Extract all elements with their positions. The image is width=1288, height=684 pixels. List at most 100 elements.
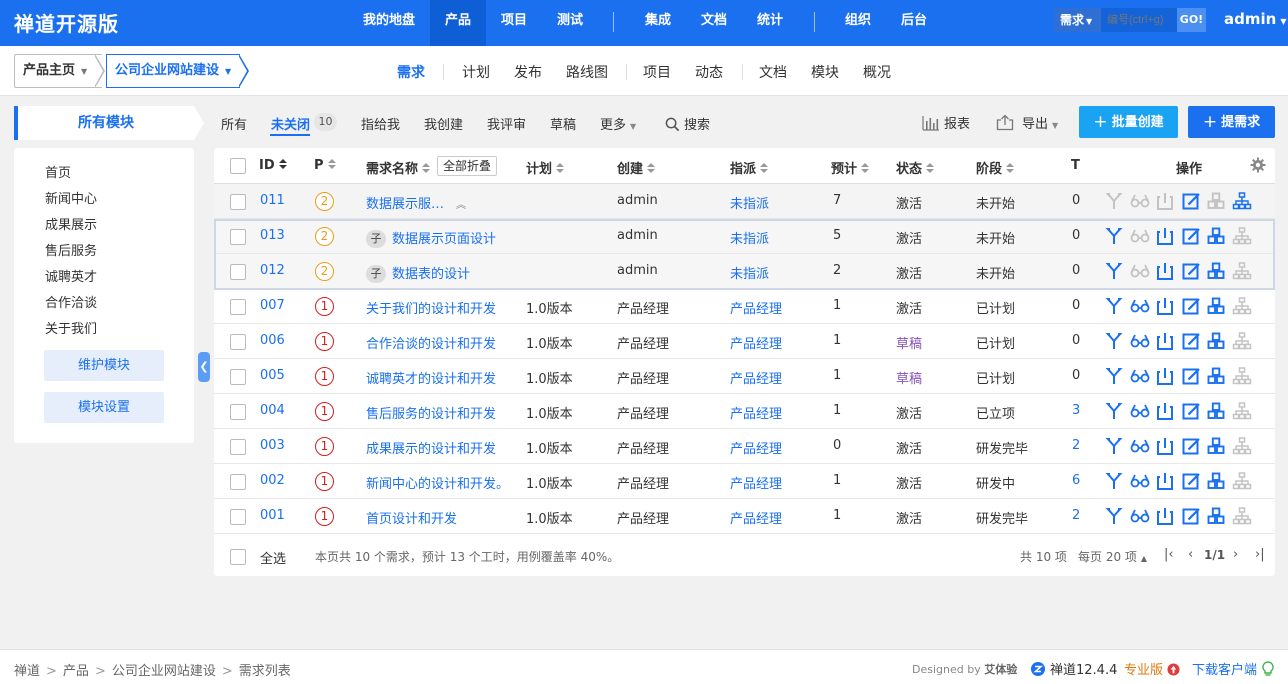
edit-icon[interactable] [1181,436,1201,456]
sidebar-all-modules[interactable]: 所有模块 [14,106,194,140]
change-icon[interactable] [1104,226,1124,246]
change-icon[interactable] [1104,261,1124,281]
row-checkbox[interactable] [230,509,246,525]
row-checkbox[interactable] [230,369,246,385]
change-icon[interactable] [1104,401,1124,421]
column-header-estimate[interactable]: 预计 [831,158,870,177]
story-title-link[interactable]: 首页设计和开发 [366,512,457,527]
close-story-icon[interactable] [1155,191,1175,211]
table-row[interactable]: 002 1 新闻中心的设计和开发。 1.0版本 产品经理 产品经理 1 激活 研发中 6 [214,464,1275,499]
change-icon[interactable] [1104,436,1124,456]
table-row[interactable]: 006 1 合作洽谈的设计和开发 1.0版本 产品经理 产品经理 1 草稿 已计划 0 [214,324,1275,359]
maintain-module-button[interactable]: 维护模块 [44,350,164,381]
review-icon[interactable] [1130,366,1150,386]
story-id-link[interactable]: 001 [260,508,285,523]
row-checkbox[interactable] [230,334,246,350]
review-icon[interactable] [1130,401,1150,421]
subtab-dynamic[interactable]: 动态 [695,62,723,82]
subdivide-icon[interactable] [1232,331,1252,351]
column-header-stage[interactable]: 阶段 [976,158,1015,177]
column-header-status[interactable]: 状态 [896,158,935,177]
cell-assigned[interactable]: 产品经理 [730,438,782,457]
close-story-icon[interactable] [1155,261,1175,281]
edit-icon[interactable] [1181,401,1201,421]
module-settings-button[interactable]: 模块设置 [44,392,164,423]
breadcrumb-item[interactable]: 产品 [63,664,89,679]
product-home-dropdown[interactable]: 产品主页 ▼ [14,54,102,88]
row-checkbox[interactable] [230,439,246,455]
table-row[interactable]: 004 1 售后服务的设计和开发 1.0版本 产品经理 产品经理 1 激活 已立项 3 [214,394,1275,429]
change-icon[interactable] [1104,296,1124,316]
create-case-icon[interactable] [1206,191,1226,211]
story-title-link[interactable]: 关于我们的设计和开发 [366,302,496,317]
subdivide-icon[interactable] [1232,226,1252,246]
search-input[interactable] [1101,8,1177,32]
export-dropdown[interactable]: 导出 ▼ [996,113,1058,132]
nav-doc[interactable]: 文档 [690,0,738,46]
subtab-module[interactable]: 模块 [811,62,839,82]
edit-icon[interactable] [1181,191,1201,211]
story-id-link[interactable]: 007 [260,298,285,313]
subdivide-icon[interactable] [1232,436,1252,456]
close-story-icon[interactable] [1155,296,1175,316]
story-id-link[interactable]: 003 [260,438,285,453]
create-case-icon[interactable] [1206,296,1226,316]
story-title-link[interactable]: 成果展示的设计和开发 [366,442,496,457]
column-header-tasks[interactable]: T [1071,158,1080,173]
cell-assigned[interactable]: 产品经理 [730,403,782,422]
column-header-priority[interactable]: P [314,158,336,173]
user-menu[interactable]: admin ▼ [1224,10,1286,28]
cell-assigned[interactable]: 未指派 [730,228,769,247]
table-row[interactable]: 001 1 首页设计和开发 1.0版本 产品经理 产品经理 1 激活 研发完毕 2 [214,499,1275,534]
cell-assigned[interactable]: 未指派 [730,193,769,212]
cell-tasks[interactable]: 3 [1072,403,1080,418]
review-icon[interactable] [1130,471,1150,491]
brand-logo[interactable]: 禅道开源版 [14,8,119,37]
cell-assigned[interactable]: 产品经理 [730,368,782,387]
story-title-link[interactable]: 新闻中心的设计和开发。 [366,477,509,492]
story-title-link[interactable]: 数据表的设计 [392,267,470,282]
story-id-link[interactable]: 013 [260,228,285,243]
edit-icon[interactable] [1181,366,1201,386]
collapse-children-icon[interactable]: ︽ [456,196,466,211]
create-case-icon[interactable] [1206,401,1226,421]
close-story-icon[interactable] [1155,331,1175,351]
version-link[interactable]: 禅道12.4.4 [1030,659,1117,678]
subtab-plan[interactable]: 计划 [462,62,490,82]
column-header-title[interactable]: 需求名称 [366,158,431,177]
filter-tab-assigned-to-me[interactable]: 指给我 [361,114,400,133]
create-story-button[interactable]: + 提需求 [1188,106,1275,138]
subdivide-icon[interactable] [1232,191,1252,211]
breadcrumb-item[interactable]: 公司企业网站建设 [112,664,216,679]
story-title-link[interactable]: 数据展示服… [366,197,444,212]
nav-org[interactable]: 组织 [834,0,882,46]
row-checkbox[interactable] [230,229,246,245]
nav-product[interactable]: 产品 [430,0,486,46]
subtab-release[interactable]: 发布 [514,62,542,82]
column-header-assigned[interactable]: 指派 [730,158,769,177]
cell-assigned[interactable]: 产品经理 [730,333,782,352]
story-id-link[interactable]: 012 [260,263,285,278]
story-title-link[interactable]: 诚聘英才的设计和开发 [366,372,496,387]
table-row[interactable]: 005 1 诚聘英才的设计和开发 1.0版本 产品经理 产品经理 1 草稿 已计划 0 [214,359,1275,394]
subtab-overview[interactable]: 概况 [863,62,891,82]
table-row[interactable]: 012 2 子数据表的设计 admin 未指派 2 激活 未开始 0 [214,254,1275,289]
story-title-link[interactable]: 合作洽谈的设计和开发 [366,337,496,352]
create-case-icon[interactable] [1206,226,1226,246]
row-checkbox[interactable] [230,474,246,490]
report-button[interactable]: 报表 [922,113,970,132]
edit-icon[interactable] [1181,506,1201,526]
subdivide-icon[interactable] [1232,401,1252,421]
change-icon[interactable] [1104,191,1124,211]
create-case-icon[interactable] [1206,261,1226,281]
download-client-link[interactable]: 下载客户端 [1192,659,1275,678]
module-item-about[interactable]: 关于我们 [45,318,97,337]
story-id-link[interactable]: 004 [260,403,285,418]
nav-stats[interactable]: 统计 [746,0,794,46]
create-case-icon[interactable] [1206,506,1226,526]
change-icon[interactable] [1104,471,1124,491]
pro-edition-link[interactable]: 专业版 [1124,659,1180,678]
header-checkbox[interactable] [230,158,246,174]
subdivide-icon[interactable] [1232,506,1252,526]
story-title-link[interactable]: 数据展示页面设计 [392,232,496,247]
